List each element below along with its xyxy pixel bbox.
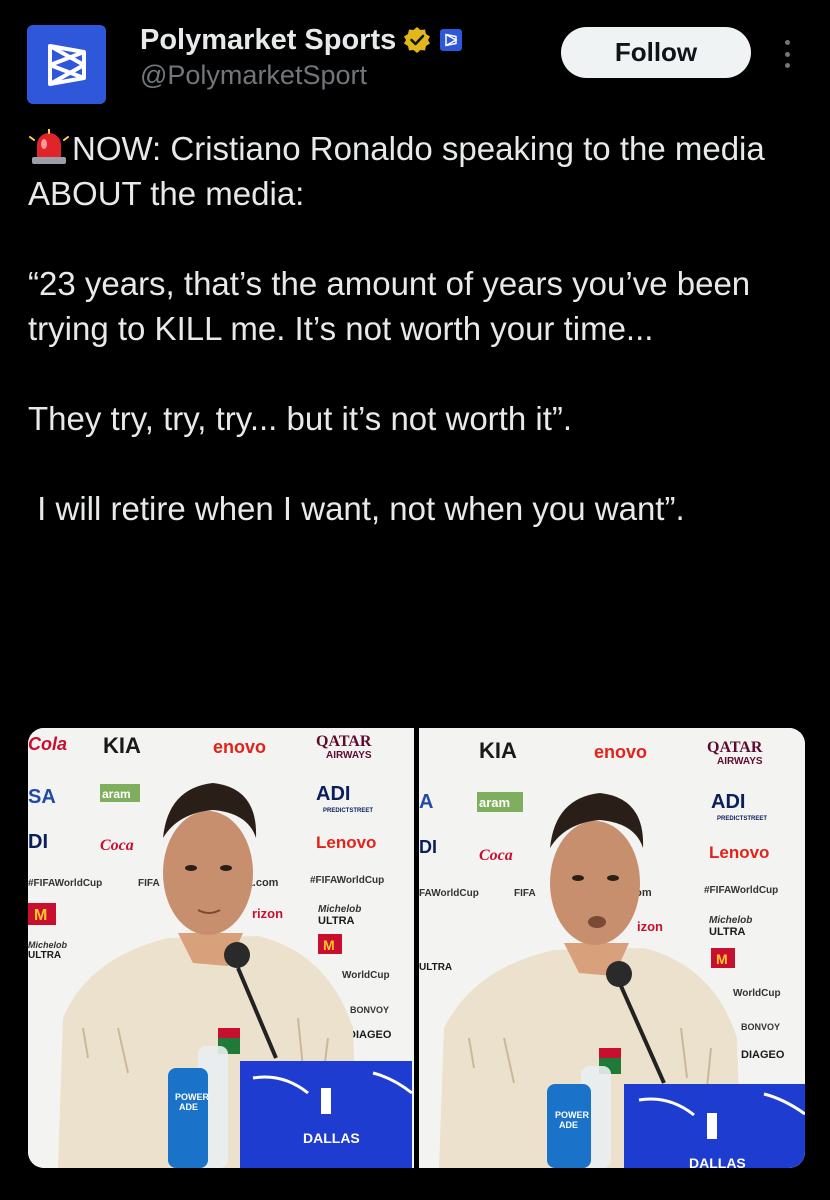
tweet-quote-2: They try, try, try... but it’s not worth…: [28, 400, 573, 437]
svg-text:Lenovo: Lenovo: [709, 843, 769, 862]
svg-text:ADI: ADI: [711, 791, 745, 813]
svg-text:#FIFAWorldCup: #FIFAWorldCup: [310, 875, 384, 886]
svg-text:Michelob: Michelob: [28, 940, 68, 950]
svg-text:DIAGEO: DIAGEO: [741, 1049, 785, 1061]
svg-text:QATAR: QATAR: [707, 739, 763, 756]
svg-text:#FIFAWorldCup: #FIFAWorldCup: [28, 878, 102, 889]
svg-text:KIA: KIA: [103, 733, 141, 758]
svg-text:M: M: [34, 907, 47, 924]
svg-text:A: A: [419, 791, 433, 813]
press-conference-photo: Cola KIA enovo QATAR AIRWAYS SA aram ADI…: [28, 728, 414, 1168]
svg-text:enovo: enovo: [213, 737, 266, 757]
svg-text:QATAR: QATAR: [316, 733, 372, 750]
svg-text:ULTRA: ULTRA: [419, 962, 452, 973]
svg-text:AIRWAYS: AIRWAYS: [326, 750, 372, 761]
svg-text:DALLAS: DALLAS: [689, 1155, 746, 1168]
media-grid: Cola KIA enovo QATAR AIRWAYS SA aram ADI…: [28, 728, 805, 1168]
svg-text:PREDICTSTREET: PREDICTSTREET: [323, 808, 373, 814]
svg-text:BONVOY: BONVOY: [350, 1005, 389, 1015]
media-photo-2[interactable]: KIA enovo QATAR AIRWAYS A aram ADI PREDI…: [419, 728, 805, 1168]
svg-text:Lenovo: Lenovo: [316, 833, 376, 852]
svg-text:M: M: [323, 937, 335, 953]
svg-text:FAWorldCup: FAWorldCup: [419, 888, 479, 899]
svg-text:DIAGEO: DIAGEO: [348, 1029, 392, 1041]
svg-text:DI: DI: [419, 837, 437, 857]
svg-text:WorldCup: WorldCup: [342, 970, 390, 981]
tweet-text: NOW: Cristiano Ronaldo speaking to the m…: [28, 126, 808, 531]
tweet-line-headline: NOW: Cristiano Ronaldo speaking to the m…: [28, 130, 765, 212]
svg-text:SA: SA: [28, 786, 56, 808]
svg-text:Michelob: Michelob: [318, 904, 361, 915]
avatar[interactable]: [27, 25, 106, 104]
siren-icon: [28, 128, 70, 165]
tweet-quote-1: “23 years, that’s the amount of years yo…: [28, 265, 751, 347]
more-vertical-icon[interactable]: [777, 36, 797, 72]
svg-text:ADE: ADE: [179, 1102, 198, 1112]
account-handle[interactable]: @PolymarketSport: [140, 60, 367, 91]
svg-text:DI: DI: [28, 831, 48, 853]
svg-text:ADI: ADI: [316, 783, 350, 805]
svg-text:POWER: POWER: [175, 1092, 210, 1102]
affiliate-logo-icon: [440, 29, 463, 51]
media-photo-1[interactable]: Cola KIA enovo QATAR AIRWAYS SA aram ADI…: [28, 728, 414, 1168]
svg-text:AIRWAYS: AIRWAYS: [717, 756, 763, 767]
svg-text:ULTRA: ULTRA: [709, 926, 746, 938]
svg-text:rizon: rizon: [252, 906, 283, 921]
svg-text:BONVOY: BONVOY: [741, 1022, 780, 1032]
svg-text:FIFA: FIFA: [514, 888, 536, 899]
svg-text:ULTRA: ULTRA: [318, 915, 355, 927]
svg-text:ADE: ADE: [559, 1120, 578, 1130]
svg-text:Coca: Coca: [100, 837, 134, 854]
svg-text:ULTRA: ULTRA: [28, 950, 61, 961]
svg-text:KIA: KIA: [479, 738, 517, 763]
svg-text:Michelob: Michelob: [709, 915, 752, 926]
svg-text:PREDICTSTREET: PREDICTSTREET: [717, 816, 767, 822]
tweet-quote-3: I will retire when I want, not when you …: [28, 490, 685, 527]
press-conference-photo: KIA enovo QATAR AIRWAYS A aram ADI PREDI…: [419, 728, 805, 1168]
svg-text:Coca: Coca: [479, 847, 513, 864]
svg-text:FIFA: FIFA: [138, 878, 160, 889]
follow-button[interactable]: Follow: [561, 27, 751, 78]
svg-text:aram: aram: [479, 795, 510, 810]
svg-text:WorldCup: WorldCup: [733, 988, 781, 999]
account-name-row: Polymarket Sports: [140, 20, 463, 60]
svg-text:DALLAS: DALLAS: [303, 1130, 360, 1146]
svg-text:M: M: [716, 951, 728, 967]
account-name[interactable]: Polymarket Sports: [140, 24, 396, 57]
svg-text:enovo: enovo: [594, 742, 647, 762]
svg-text:izon: izon: [637, 919, 663, 934]
polymarket-logo-icon: [47, 43, 86, 86]
verified-badge-icon: [402, 25, 432, 55]
svg-text:Cola: Cola: [28, 734, 67, 754]
svg-text:aram: aram: [102, 787, 131, 801]
svg-text:POWER: POWER: [555, 1110, 590, 1120]
svg-text:#FIFAWorldCup: #FIFAWorldCup: [704, 885, 778, 896]
